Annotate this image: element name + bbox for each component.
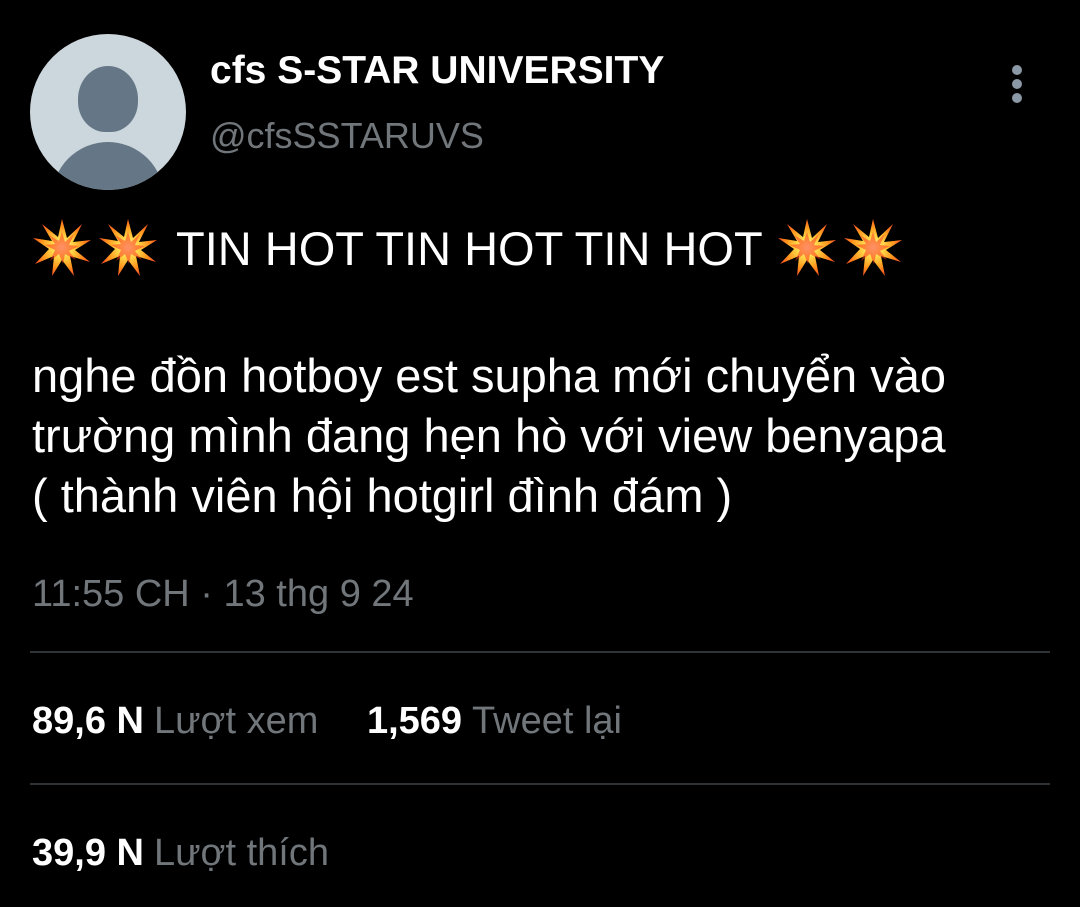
tweet-body-line: trường mình đang hẹn hò với view benyapa (32, 409, 946, 462)
retweets-count: 1,569 (366, 700, 463, 742)
collision-emoji (777, 218, 837, 278)
divider (30, 651, 1050, 653)
default-profile-icon (78, 66, 138, 132)
views-stat[interactable]: 89,6 N Lượt xem (32, 700, 318, 743)
more-dot (1012, 93, 1022, 103)
tweet-card: cfs S-STAR UNIVERSITY @cfsSSTARUVS TIN H… (0, 0, 1080, 907)
headline-text: TIN HOT TIN HOT TIN HOT (176, 221, 763, 275)
likes-stat[interactable]: 39,9 N Lượt thích (32, 832, 329, 875)
default-profile-body (52, 142, 164, 190)
collision-emoji (98, 218, 158, 278)
tweet-body-line: ( thành viên hội hotgirl đình đám ) (32, 469, 733, 522)
more-options-icon[interactable] (996, 62, 1038, 106)
tweet-headline: TIN HOT TIN HOT TIN HOT (32, 218, 909, 278)
tweet-body-line: nghe đồn hotboy est supha mới chuyển vào (32, 349, 946, 402)
retweets-label: Tweet lại (472, 700, 622, 742)
likes-label: Lượt thích (153, 832, 329, 874)
views-label: Lượt xem (153, 700, 319, 742)
more-dot (1012, 79, 1022, 89)
engagement-stats-row: 89,6 N Lượt xem 1,569 Tweet lại (32, 700, 622, 743)
avatar[interactable] (30, 34, 186, 190)
retweets-stat[interactable]: 1,569 Tweet lại (367, 700, 622, 743)
tweet-body: nghe đồn hotboy est supha mới chuyển vào… (32, 346, 1078, 526)
collision-emoji (32, 218, 92, 278)
author-handle[interactable]: @cfsSSTARUVS (210, 115, 484, 157)
author-display-name[interactable]: cfs S-STAR UNIVERSITY (210, 49, 664, 93)
tweet-timestamp[interactable]: 11:55 CH · 13 thg 9 24 (32, 573, 414, 616)
likes-count: 39,9 N (32, 832, 144, 874)
collision-emoji (843, 218, 903, 278)
more-dot (1012, 65, 1022, 75)
likes-stats-row: 39,9 N Lượt thích (32, 832, 329, 875)
views-count: 89,6 N (32, 700, 144, 742)
divider (30, 783, 1050, 785)
